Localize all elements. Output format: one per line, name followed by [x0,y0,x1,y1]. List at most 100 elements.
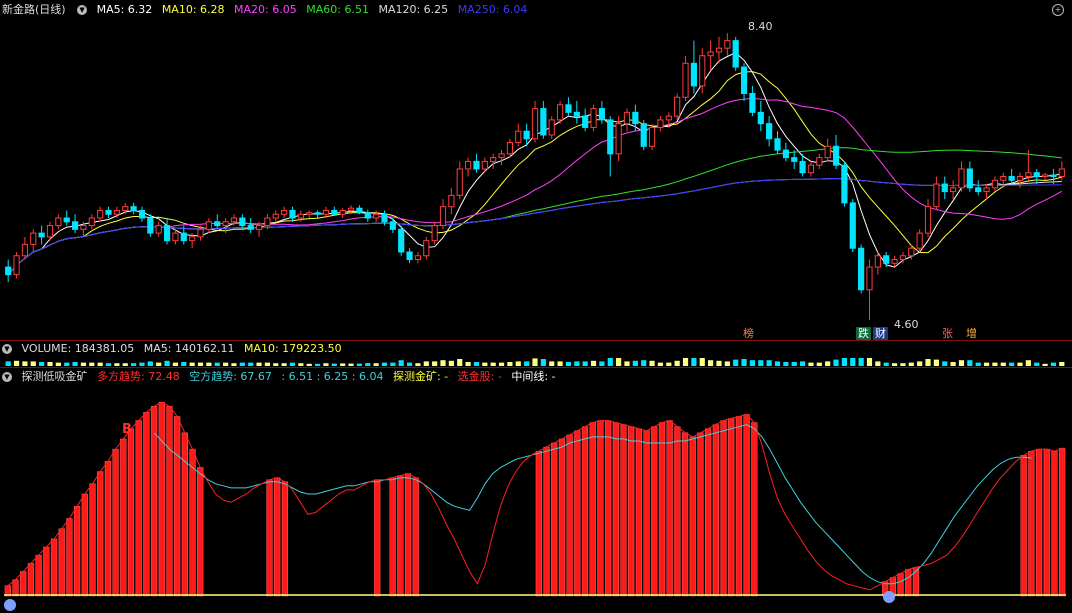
volume-bar [590,360,597,366]
chevron-down-icon[interactable]: ▼ [2,344,12,354]
histogram-bar [535,450,542,597]
candle-body [364,212,371,219]
histogram-bar [143,412,150,597]
candle-body [933,183,940,208]
histogram-bar [374,479,381,597]
candle-body [891,259,898,264]
volume-bar [841,358,847,366]
histogram-bar [635,428,643,597]
candle-body [406,251,413,261]
candle-body [163,225,171,242]
volume-bar [457,359,463,366]
volume-bar [248,362,254,366]
histogram-bar [58,528,65,597]
volume-bar [708,360,714,366]
volume-bar [632,360,638,366]
candle-body [523,130,530,140]
volume-bar [699,358,705,366]
histogram-bar [104,461,112,597]
histogram-bar [681,432,689,597]
volume-bar [549,361,555,366]
histogram-bar [543,446,550,597]
candle-body [21,243,28,257]
candle-body [105,209,112,215]
histogram-bar [50,538,58,597]
volume-bar [515,361,521,366]
volume-bar [599,361,605,366]
volume-bar [799,361,806,366]
volume-bar [39,362,45,366]
candle-body [665,115,672,121]
candle-body [799,160,806,174]
chevron-down-icon[interactable]: ▼ [2,372,12,382]
candle-body [582,115,589,128]
expand-icon[interactable]: + [1052,4,1064,16]
volume-bar [574,361,580,366]
volume-bar [1000,362,1006,366]
volume-bar [432,361,438,366]
legend-ma120: MA120: 6.25 [378,3,449,16]
candle-body [46,225,54,238]
candle-body [88,217,95,227]
volume-bar [540,359,546,366]
volume-bar [64,362,70,366]
candle-body [414,255,422,261]
candle-body [264,217,271,227]
candle-body [1042,174,1049,178]
volume-bar [289,362,296,366]
candle-body [615,123,622,155]
histogram-bar [197,467,204,597]
candle-body [306,212,313,215]
volume-bar [624,361,630,366]
volume-bar [498,362,505,366]
event-tag-die[interactable]: 跌 [856,327,871,341]
histogram-bar [666,420,673,597]
volume-bar [900,363,906,366]
event-tag-bang[interactable]: 榜 [741,327,756,341]
candle-body [180,232,187,242]
histogram-bar [905,569,912,597]
candle-body [398,228,405,253]
histogram-bar [397,475,404,597]
volume-bar [1025,360,1031,366]
histogram-bar [651,426,658,597]
candle-body [632,111,639,125]
volume-bar [365,363,371,366]
volume-bar [239,362,245,366]
ma5-line [7,52,1062,275]
event-tag-cai[interactable]: 财 [873,327,888,341]
volume-bar [917,361,923,366]
volume-bar [733,359,739,366]
candle-body [1008,176,1015,181]
volume-bar [1009,362,1015,366]
candle-body [322,209,330,215]
legend-select: 选金股: - [457,370,502,383]
histogram-bar [43,546,50,597]
volume-bar [373,363,379,366]
chevron-down-icon[interactable]: ▼ [77,5,88,15]
moving-average-lines [7,52,1063,275]
candle-body [623,111,631,125]
candle-body [247,225,254,230]
legend-ma-values: : 6.51 : 6.25 : 6.04 [281,370,384,383]
histogram-bar [412,477,419,597]
candle-body [690,62,697,87]
buy-marker: B [122,422,132,437]
histogram-bar [135,420,142,597]
candle-body [682,62,689,98]
volume-bar [490,362,496,366]
candle-body [573,111,580,117]
candle-body [214,221,221,227]
candle-body [556,104,564,121]
histogram-bar [1051,450,1058,597]
volume-bar [273,363,279,366]
histogram-bar [551,442,558,597]
event-tag-zhang[interactable]: 张 [940,327,955,341]
volume-bar [933,359,939,366]
event-tag-zeng[interactable]: 增 [964,327,979,341]
volume-bar [891,363,898,366]
candle-body [239,217,246,227]
candle-body [782,149,789,159]
candle-body [5,266,12,276]
histogram-bar [66,518,73,597]
